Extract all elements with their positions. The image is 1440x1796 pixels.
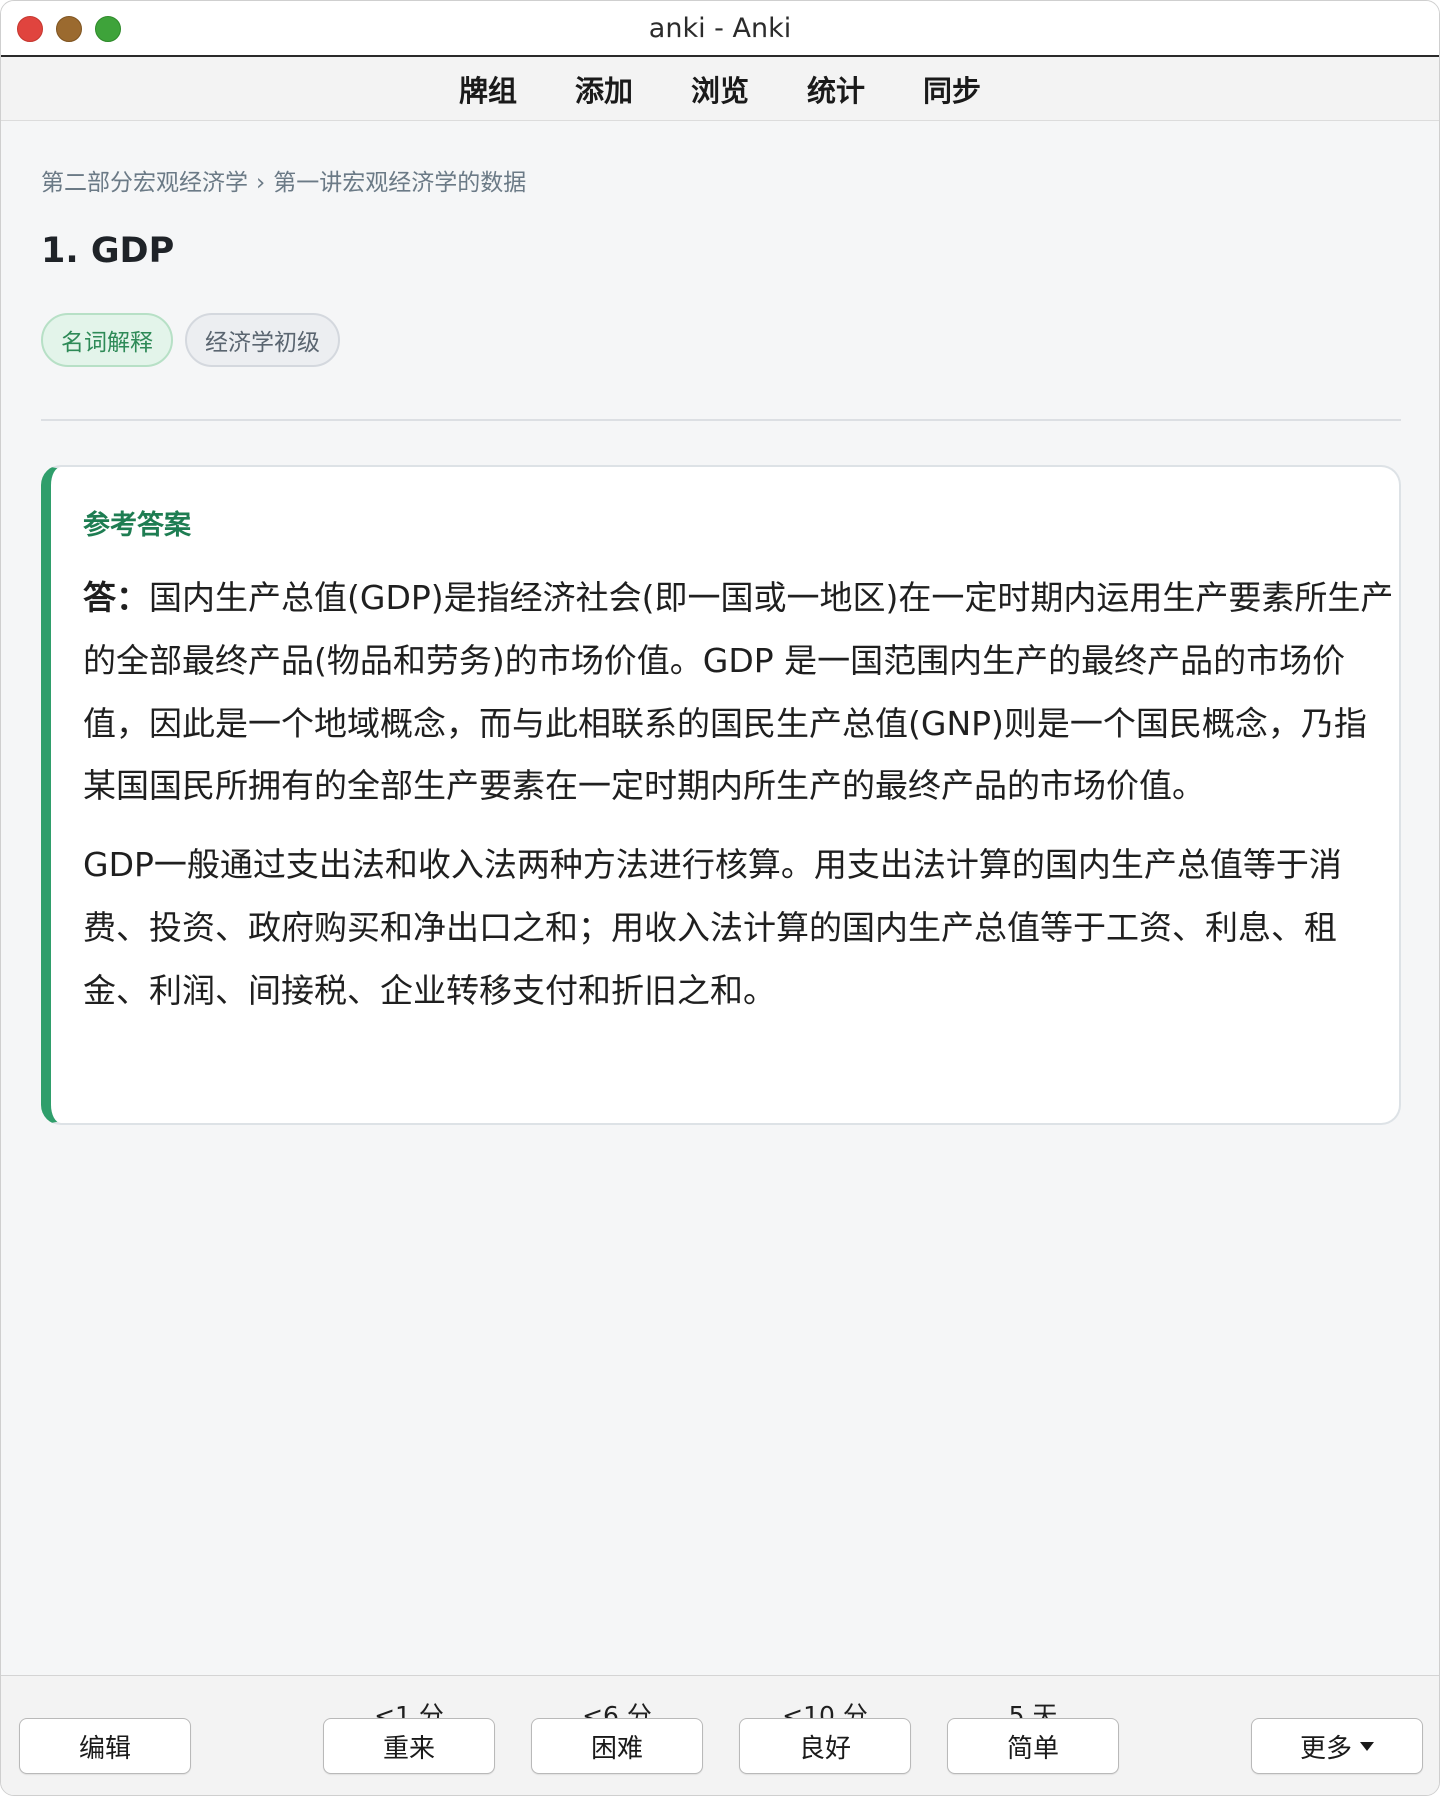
hard-button[interactable]: 困难 bbox=[531, 1718, 703, 1774]
card-title: 1. GDP bbox=[41, 231, 175, 271]
easy-button[interactable]: 简单 bbox=[947, 1718, 1119, 1774]
tag-economics-basic: 经济学初级 bbox=[185, 313, 340, 367]
answer-card: 参考答案 答：国内生产总值(GDP)是指经济社会(即一国或一地区)在一定时期内运… bbox=[41, 465, 1401, 1125]
anki-window: anki - Anki 牌组 添加 浏览 统计 同步 第二部分宏观经济学 › 第一讲… bbox=[0, 0, 1440, 1796]
toolbar-stats[interactable]: 统计 bbox=[778, 68, 894, 110]
again-button[interactable]: 重来 bbox=[323, 1718, 495, 1774]
toolbar-sync[interactable]: 同步 bbox=[894, 68, 1010, 110]
more-button[interactable]: 更多 bbox=[1251, 1718, 1423, 1774]
tag-term-definition: 名词解释 bbox=[41, 313, 173, 367]
answer-body: 答：国内生产总值(GDP)是指经济社会(即一国或一地区)在一定时期内运用生产要素… bbox=[83, 567, 1399, 1023]
tag-list: 名词解释 经济学初级 bbox=[41, 313, 340, 367]
answer-paragraph-1: 答：国内生产总值(GDP)是指经济社会(即一国或一地区)在一定时期内运用生产要素… bbox=[83, 567, 1399, 818]
answer-paragraph-1-text: 国内生产总值(GDP)是指经济社会(即一国或一地区)在一定时期内运用生产要素所生… bbox=[83, 578, 1394, 806]
answer-lead: 答： bbox=[83, 578, 149, 617]
good-button[interactable]: 良好 bbox=[739, 1718, 911, 1774]
window-title: anki - Anki bbox=[648, 13, 792, 44]
toolbar-add[interactable]: 添加 bbox=[546, 68, 662, 110]
answer-paragraph-2: GDP一般通过支出法和收入法两种方法进行核算。用支出法计算的国内生产总值等于消费… bbox=[83, 845, 1342, 1010]
breadcrumb-lecture: 第一讲宏观经济学的数据 bbox=[273, 170, 527, 196]
title-bar: anki - Anki bbox=[1, 1, 1439, 57]
more-button-label: 更多 bbox=[1299, 1733, 1352, 1764]
toolbar-decks[interactable]: 牌组 bbox=[430, 68, 546, 110]
breadcrumb-part: 第二部分宏观经济学 bbox=[41, 170, 248, 196]
breadcrumb: 第二部分宏观经济学 › 第一讲宏观经济学的数据 bbox=[41, 163, 526, 197]
main-toolbar: 牌组 添加 浏览 统计 同步 bbox=[1, 57, 1439, 121]
answer-label: 参考答案 bbox=[83, 510, 191, 541]
edit-button[interactable]: 编辑 bbox=[19, 1718, 191, 1774]
chevron-down-icon bbox=[1360, 1741, 1374, 1751]
toolbar-browse[interactable]: 浏览 bbox=[662, 68, 778, 110]
review-bottom-bar: 编辑 <1 分 重来 <6 分 困难 <10 分 良好 5 天 简单 更多 bbox=[1, 1675, 1439, 1795]
breadcrumb-separator: › bbox=[256, 170, 266, 196]
divider bbox=[41, 419, 1401, 421]
